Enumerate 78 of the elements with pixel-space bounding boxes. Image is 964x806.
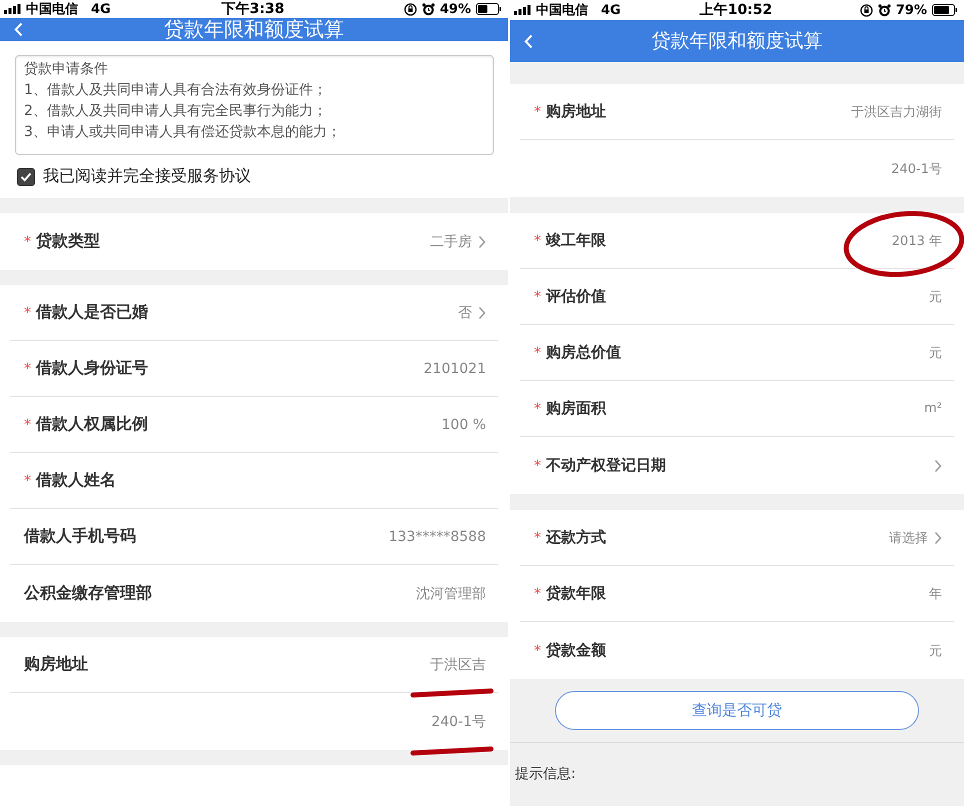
carrier-name: 中国电信: [26, 1, 78, 18]
page-title: 贷款年限和额度试算: [652, 29, 822, 54]
field-label: 购房面积: [546, 399, 606, 418]
field-label: 购房地址: [546, 102, 606, 121]
checkmark-icon: [20, 172, 32, 182]
signal-icon: [4, 4, 21, 14]
network-type: 4G: [91, 2, 111, 16]
back-chevron-icon: [524, 34, 533, 48]
required-asterisk: *: [534, 458, 541, 474]
network-type: 4G: [601, 2, 621, 18]
field-label: 竣工年限: [546, 231, 606, 250]
required-asterisk: *: [534, 642, 541, 658]
required-asterisk: *: [24, 234, 31, 250]
status-time: 下午3:38: [222, 0, 284, 18]
back-chevron-icon: [14, 22, 23, 37]
field-value[interactable]: 于洪区吉: [430, 656, 486, 674]
field-label: 评估价值: [546, 287, 606, 306]
required-asterisk: *: [24, 472, 31, 488]
field-value[interactable]: 2013 年: [892, 232, 942, 250]
field-label: 借款人姓名: [36, 470, 116, 491]
battery-percent: 79%: [896, 2, 927, 18]
required-asterisk: *: [534, 104, 541, 120]
field-value[interactable]: 于洪区吉力湖街: [851, 102, 942, 120]
field-label: 不动产权登记日期: [546, 456, 666, 475]
required-asterisk: *: [24, 360, 31, 376]
field-value[interactable]: 二手房: [430, 232, 472, 250]
terms-line: 1、借款人及共同申请人具有合法有效身份证件；: [24, 81, 328, 100]
required-asterisk: *: [534, 344, 541, 360]
field-label: 还款方式: [546, 528, 606, 547]
required-asterisk: *: [534, 586, 541, 602]
field-value[interactable]: 133*****8588: [388, 528, 486, 544]
field-value[interactable]: 100 %: [442, 416, 486, 432]
signal-icon: [514, 5, 531, 15]
field-value[interactable]: 元: [929, 642, 942, 660]
field-label: 贷款年限: [546, 584, 606, 603]
rotation-lock-icon: [404, 2, 417, 16]
field-label: 贷款类型: [36, 231, 100, 252]
field-label: 借款人是否已婚: [36, 302, 148, 323]
battery-percent: 49%: [440, 2, 471, 16]
hint-label: 提示信息:: [515, 766, 576, 782]
required-asterisk: *: [534, 232, 541, 248]
rotation-lock-icon: [860, 4, 873, 16]
status-time: 上午10:52: [700, 1, 772, 19]
terms-text-box[interactable]: 贷款申请条件 1、借款人及共同申请人具有合法有效身份证件； 2、借款人及共同申请人具有完全民事行为能力； 3、申请人或共同申请人具有偿还贷款本息的能力；: [15, 55, 494, 155]
agreement-checkbox[interactable]: [17, 168, 35, 186]
required-asterisk: *: [24, 304, 31, 320]
field-label: 公积金缴存管理部: [24, 583, 152, 604]
field-value[interactable]: 元: [929, 344, 942, 362]
field-label: 借款人权属比例: [36, 414, 148, 435]
field-value[interactable]: 否: [458, 304, 472, 322]
field-value[interactable]: 2101021: [424, 360, 486, 376]
page-title: 贷款年限和额度试算: [164, 16, 344, 43]
field-value[interactable]: 年: [929, 584, 942, 602]
required-asterisk: *: [24, 416, 31, 432]
query-button[interactable]: 查询是否可贷: [555, 691, 919, 730]
required-asterisk: *: [534, 530, 541, 546]
field-label: 购房地址: [24, 654, 88, 675]
field-value[interactable]: 240-1号: [891, 160, 942, 178]
battery-icon: [932, 4, 958, 16]
carrier-name: 中国电信: [536, 2, 588, 19]
field-value[interactable]: m²: [924, 401, 942, 416]
battery-icon: [476, 3, 502, 15]
alarm-icon: [422, 2, 435, 16]
field-label: 购房总价值: [546, 343, 621, 362]
terms-line: 2、借款人及共同申请人具有完全民事行为能力；: [24, 102, 328, 121]
agreement-label: 我已阅读并完全接受服务协议: [43, 166, 251, 187]
terms-line: 贷款申请条件: [24, 60, 109, 79]
field-label: 借款人身份证号: [36, 358, 148, 379]
alarm-icon: [878, 4, 891, 16]
field-value[interactable]: 元: [929, 288, 942, 306]
field-value[interactable]: 请选择: [889, 528, 928, 546]
field-label: 借款人手机号码: [24, 526, 136, 547]
terms-line: 3、申请人或共同申请人具有偿还贷款本息的能力；: [24, 123, 342, 142]
field-value[interactable]: 沈河管理部: [416, 584, 486, 602]
required-asterisk: *: [534, 400, 541, 416]
required-asterisk: *: [534, 288, 541, 304]
field-value[interactable]: 240-1号: [431, 712, 486, 730]
field-label: 贷款金额: [546, 641, 606, 660]
